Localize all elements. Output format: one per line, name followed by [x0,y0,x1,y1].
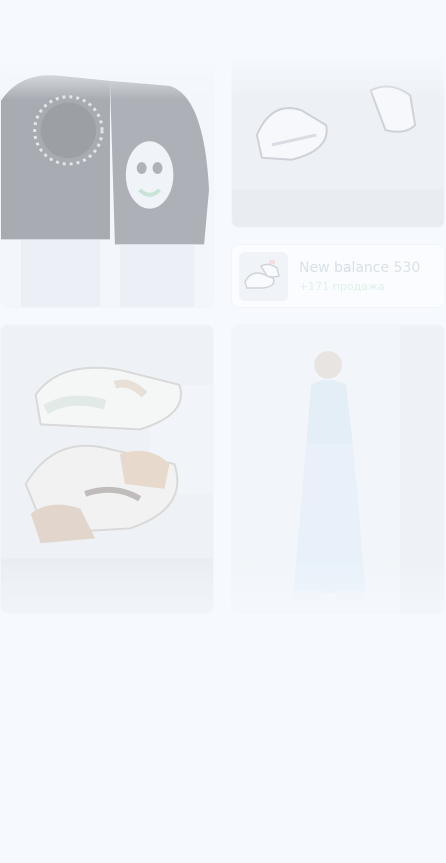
bottom-fade [0,560,446,863]
product-sales-count: +171 продажа [299,280,385,293]
product-card-new-balance[interactable]: New balance 530 +171 продажа [231,244,445,308]
top-fade [0,0,446,100]
product-feed: New balance 530 +171 продажа [0,0,446,863]
product-name: New balance 530 [299,260,421,276]
product-thumbnail [239,252,288,301]
